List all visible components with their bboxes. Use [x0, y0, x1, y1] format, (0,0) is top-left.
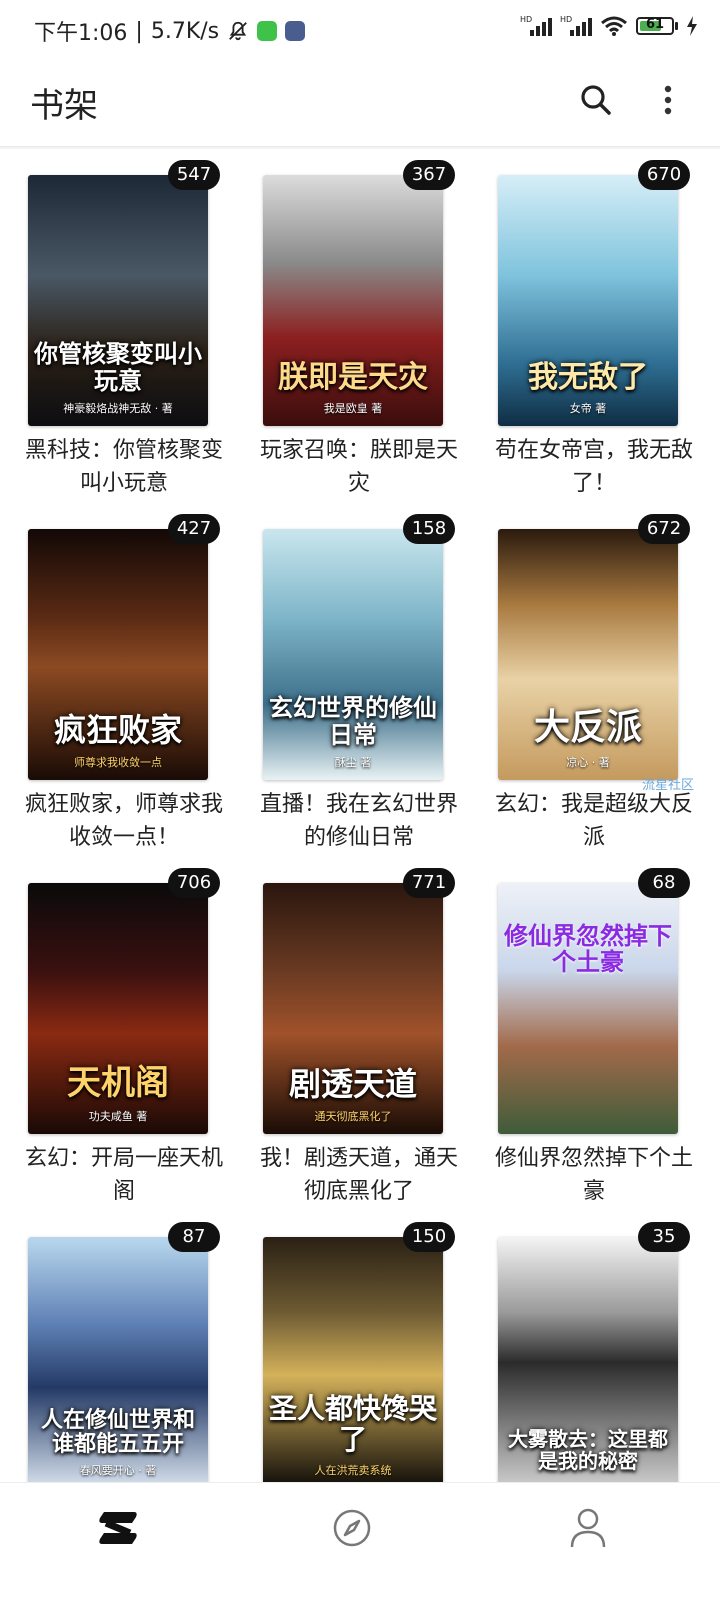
book-cover[interactable]: 剧透天道 通天彻底黑化了: [263, 883, 443, 1134]
book-item[interactable]: 我无敌了 女帝 著 670 苟在女帝宫，我无敌了！: [488, 160, 720, 510]
bottom-nav: [0, 1482, 720, 1601]
app-notification-icon: [257, 21, 278, 41]
book-title: 玩家召唤：朕即是天灾: [259, 438, 458, 496]
book-title: 修仙界忽然掉下个土豪: [494, 1146, 693, 1204]
cover-author: 师尊求我收敛一点: [74, 756, 162, 769]
cover-author: 神豪毅烙战神无敌 · 著: [63, 402, 173, 415]
cover-author: 女帝 著: [569, 402, 607, 415]
page-title: 书架: [30, 86, 98, 126]
book-cover[interactable]: 人在修仙世界和谁都能五五开 春风要开心 · 著: [28, 1237, 208, 1488]
net-speed: 5.7K/s: [150, 18, 220, 44]
unread-count-badge: 68: [638, 868, 690, 898]
compass-icon: [333, 1509, 371, 1547]
cover-title: 大反派: [533, 706, 642, 749]
status-bar: 下午1:06 | 5.7K/s HD HD 61: [0, 0, 720, 62]
cover-title: 修仙界忽然掉下个土豪: [504, 921, 672, 977]
header-divider: [0, 146, 720, 150]
book-cover[interactable]: 玄幻世界的修仙日常 酥尘 著: [263, 529, 443, 780]
nav-bookshelf[interactable]: [88, 1503, 148, 1553]
watermark: 流星社区: [642, 778, 695, 793]
nav-discover[interactable]: [322, 1503, 382, 1553]
cover-author: 人在洪荒卖系统: [314, 1464, 392, 1477]
unread-count-badge: 706: [168, 868, 220, 898]
book-cover[interactable]: 大雾散去：这里都是我的秘密: [498, 1237, 678, 1488]
book-item[interactable]: 玄幻世界的修仙日常 酥尘 著 158 直播！我在玄幻世界的修仙日常: [253, 514, 489, 864]
profile-icon: [570, 1508, 606, 1548]
book-cover[interactable]: 你管核聚变叫小玩意 神豪毅烙战神无敌 · 著: [28, 175, 208, 426]
cover-title: 疯狂败家: [53, 710, 182, 749]
book-cover[interactable]: 我无敌了 女帝 著: [498, 175, 678, 426]
bookshelf-icon: [99, 1512, 137, 1544]
unread-count-badge: 158: [403, 514, 455, 544]
app-header: 书架: [0, 62, 720, 146]
book-item[interactable]: 你管核聚变叫小玩意 神豪毅烙战神无敌 · 著 547 黑科技：你管核聚变叫小玩意: [18, 160, 254, 510]
book-item[interactable]: 剧透天道 通天彻底黑化了 771 我！剧透天道，通天彻底黑化了: [253, 868, 489, 1218]
cover-author: 酥尘 著: [334, 756, 372, 769]
more-vert-icon: [664, 85, 672, 115]
battery-level: 61: [645, 17, 665, 32]
book-item[interactable]: 修仙界忽然掉下个土豪 68 修仙界忽然掉下个土豪: [488, 868, 720, 1218]
cover-title: 朕即是天灾: [278, 360, 428, 395]
book-item[interactable]: 疯狂败家 师尊求我收敛一点 427 疯狂败家，师尊求我收敛一点！: [18, 514, 254, 864]
book-title: 黑科技：你管核聚变叫小玩意: [24, 438, 223, 496]
cover-title: 剧透天道: [288, 1064, 417, 1103]
search-icon: [581, 85, 611, 115]
book-title: 疯狂败家，师尊求我收敛一点！: [24, 792, 223, 850]
book-item[interactable]: 大反派 凉心 · 著 672 玄幻：我是超级大反派: [488, 514, 720, 864]
cover-author: 通天彻底黑化了: [314, 1110, 392, 1123]
book-cover[interactable]: 大反派 凉心 · 著: [498, 529, 678, 780]
signal-icon-2: HD: [560, 15, 592, 36]
book-cover[interactable]: 修仙界忽然掉下个土豪: [498, 883, 678, 1134]
bell-off-icon: [229, 21, 248, 41]
unread-count-badge: 35: [638, 1222, 690, 1252]
svg-text:HD: HD: [520, 15, 532, 24]
cover-author: 我是欧皇 著: [323, 402, 383, 415]
book-title: 玄幻：开局一座天机阁: [24, 1146, 223, 1204]
book-item[interactable]: 天机阁 功夫咸鱼 著 706 玄幻：开局一座天机阁: [18, 868, 254, 1218]
unread-count-badge: 87: [168, 1222, 220, 1252]
android-notification-icon: [285, 21, 306, 41]
unread-count-badge: 672: [638, 514, 690, 544]
cover-author: 功夫咸鱼 著: [88, 1110, 148, 1123]
status-right: HD HD 61: [520, 14, 698, 38]
book-item[interactable]: 朕即是天灾 我是欧皇 著 367 玩家召唤：朕即是天灾: [253, 160, 489, 510]
svg-text:HD: HD: [560, 15, 572, 24]
status-left: 下午1:06 | 5.7K/s: [34, 15, 306, 47]
cover-title: 天机阁: [67, 1062, 169, 1103]
unread-count-badge: 771: [403, 868, 455, 898]
cover-title: 我无敌了: [528, 360, 648, 395]
cover-title: 圣人都快馋哭了: [269, 1392, 438, 1457]
unread-count-badge: 367: [403, 160, 455, 190]
book-cover[interactable]: 朕即是天灾 我是欧皇 著: [263, 175, 443, 426]
book-title: 直播！我在玄幻世界的修仙日常: [259, 792, 458, 850]
cover-title: 玄幻世界的修仙日常: [269, 693, 437, 749]
unread-count-badge: 427: [168, 514, 220, 544]
more-button[interactable]: [656, 80, 680, 120]
cover-author: 凉心 · 著: [566, 756, 610, 769]
book-cover[interactable]: 圣人都快馋哭了 人在洪荒卖系统: [263, 1237, 443, 1488]
unread-count-badge: 670: [638, 160, 690, 190]
charging-icon: [687, 16, 697, 36]
unread-count-badge: 150: [403, 1222, 455, 1252]
cover-title: 人在修仙世界和谁都能五五开: [40, 1406, 195, 1457]
wifi-icon: [601, 16, 627, 36]
book-cover[interactable]: 疯狂败家 师尊求我收敛一点: [28, 529, 208, 780]
cover-title: 你管核聚变叫小玩意: [34, 339, 202, 395]
battery-icon: 61: [636, 17, 678, 35]
signal-icon: HD: [520, 15, 552, 36]
cover-author: 春风要开心 · 著: [79, 1464, 157, 1477]
cover-title: 大雾散去：这里都是我的秘密: [508, 1427, 668, 1473]
search-button[interactable]: [576, 80, 616, 120]
book-title: 我！剧透天道，通天彻底黑化了: [259, 1146, 458, 1204]
status-divider: |: [135, 18, 143, 44]
book-cover[interactable]: 天机阁 功夫咸鱼 著: [28, 883, 208, 1134]
status-time: 下午1:06: [34, 21, 128, 46]
book-title: 苟在女帝宫，我无敌了！: [494, 438, 693, 496]
unread-count-badge: 547: [168, 160, 220, 190]
book-title: 玄幻：我是超级大反派: [494, 792, 693, 850]
nav-profile[interactable]: [558, 1503, 618, 1553]
